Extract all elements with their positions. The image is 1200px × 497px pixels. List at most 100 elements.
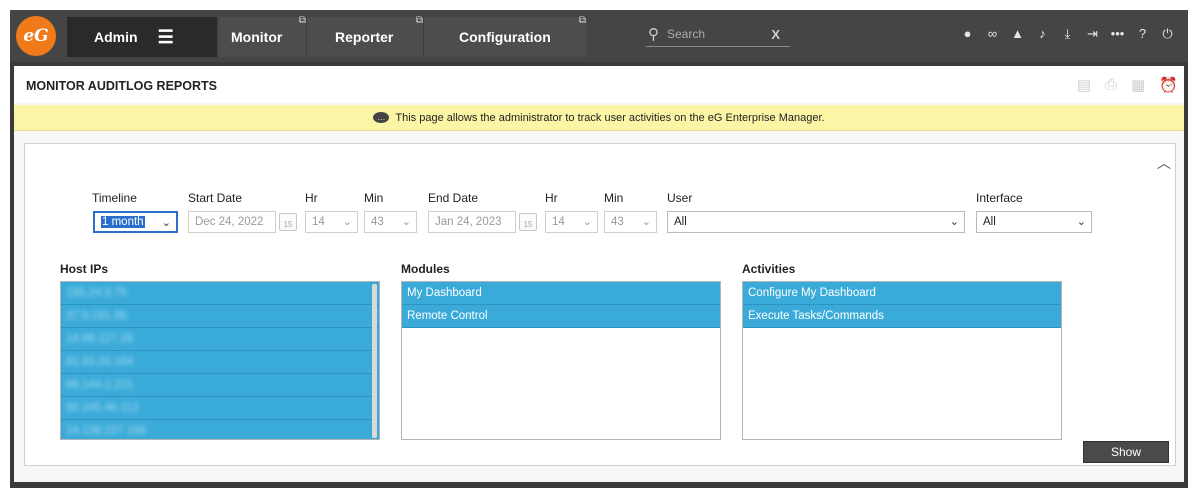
info-banner: … This page allows the administrator to … xyxy=(14,105,1184,131)
interface-select[interactable]: All ⌄ xyxy=(976,211,1092,233)
user-value: All xyxy=(674,216,687,228)
external-link-icon: ⧉ xyxy=(578,15,586,26)
activities-label: Activities xyxy=(742,262,796,276)
clear-search-icon[interactable]: X xyxy=(771,27,780,42)
list-item[interactable]: Remote Control xyxy=(402,305,720,328)
timeline-select[interactable]: 1 month ⌄ xyxy=(93,211,178,233)
download-icon[interactable]: ⤓ xyxy=(1055,26,1080,42)
end-date-value: Jan 24, 2023 xyxy=(435,216,502,228)
hamburger-menu-icon[interactable]: ☰ xyxy=(158,27,174,48)
eg-logo[interactable]: eG xyxy=(16,16,56,56)
chevron-down-icon: ⌄ xyxy=(1076,216,1086,228)
start-hr-value: 14 xyxy=(312,216,325,228)
nav-configuration-label: Configuration xyxy=(459,29,551,45)
modules-list[interactable]: My Dashboard Remote Control xyxy=(401,281,721,440)
list-item[interactable]: 24.138.227.189 xyxy=(61,420,379,439)
host-ip: 14.99.127.26 xyxy=(66,333,134,345)
user-select[interactable]: All ⌄ xyxy=(667,211,965,233)
list-item[interactable]: Execute Tasks/Commands xyxy=(743,305,1061,328)
timeline-value: 1 month xyxy=(101,216,145,228)
start-date-label: Start Date xyxy=(188,191,243,205)
user-label: User xyxy=(667,191,693,205)
host-ips-list[interactable]: 185.24.9.76 37.9.181.56 14.99.127.26 81.… xyxy=(60,281,380,440)
list-item[interactable]: 81.93.20.164 xyxy=(61,351,379,374)
calendar-icon[interactable]: 15 xyxy=(279,213,297,231)
list-item[interactable]: Configure My Dashboard xyxy=(743,282,1061,305)
chevron-down-icon: ⌄ xyxy=(949,216,959,228)
end-min-select[interactable]: 43 ⌄ xyxy=(604,211,657,233)
nav-monitor[interactable]: Monitor ⧉ xyxy=(219,15,306,57)
alert-icon[interactable]: ▲ xyxy=(1005,26,1030,42)
calendar-day: 15 xyxy=(523,220,533,229)
info-text: This page allows the administrator to tr… xyxy=(395,111,825,124)
pdf-icon[interactable]: ▤ xyxy=(1077,76,1091,94)
host-ip: 60.245.46.112 xyxy=(66,402,139,414)
page-actions: ▤ ⎙ ▦ ⏰ xyxy=(1077,76,1178,94)
main-content: MONITOR AUDITLOG REPORTS ▤ ⎙ ▦ ⏰ … This … xyxy=(14,66,1184,482)
host-ip: 24.138.227.189 xyxy=(66,425,146,437)
help-icon[interactable]: ? xyxy=(1130,26,1155,42)
nav-reporter-label: Reporter xyxy=(335,29,394,45)
list-item[interactable]: 37.9.181.56 xyxy=(61,305,379,328)
list-item[interactable]: My Dashboard xyxy=(402,282,720,305)
nav-reporter[interactable]: Reporter ⧉ xyxy=(306,15,423,57)
scrollbar[interactable] xyxy=(372,284,377,438)
host-ip: 86.144.2.221 xyxy=(66,379,134,391)
chevron-up-icon[interactable]: ︿ xyxy=(1157,153,1171,173)
end-hr-label: Hr xyxy=(545,191,558,205)
modules-label: Modules xyxy=(401,262,450,276)
print-icon[interactable]: ⎙ xyxy=(1105,76,1117,94)
start-min-select[interactable]: 43 ⌄ xyxy=(364,211,417,233)
external-link-icon: ⧉ xyxy=(298,15,306,26)
host-ip: 37.9.181.56 xyxy=(66,310,127,322)
excel-icon[interactable]: ▦ xyxy=(1131,76,1145,94)
chevron-down-icon: ⌄ xyxy=(401,216,411,228)
calendar-day: 15 xyxy=(283,220,293,229)
external-link-icon: ⧉ xyxy=(415,15,423,26)
chevron-down-icon: ⌄ xyxy=(342,216,352,228)
host-ips-label: Host IPs xyxy=(60,262,109,276)
link-icon[interactable]: ∞ xyxy=(980,26,1005,42)
start-date-field[interactable]: Dec 24, 2022 xyxy=(188,211,276,233)
search-icon: ⚲ xyxy=(648,26,659,43)
nav-admin[interactable]: Admin ☰ xyxy=(67,17,217,57)
chevron-down-icon: ⌄ xyxy=(641,216,651,228)
start-min-value: 43 xyxy=(371,216,384,228)
end-date-label: End Date xyxy=(428,191,479,205)
list-item[interactable]: 86.144.2.221 xyxy=(61,374,379,397)
chevron-down-icon: ⌄ xyxy=(582,216,592,228)
bell-icon[interactable]: ♪ xyxy=(1030,26,1055,42)
end-hr-value: 14 xyxy=(552,216,565,228)
list-item[interactable]: 185.24.9.76 xyxy=(61,282,379,305)
end-date-field[interactable]: Jan 24, 2023 xyxy=(428,211,516,233)
user-icon[interactable]: ● xyxy=(955,26,980,42)
filter-panel: ︿ Timeline 1 month ⌄ Start Date Dec 24, … xyxy=(24,143,1176,466)
end-hr-select[interactable]: 14 ⌄ xyxy=(545,211,598,233)
page-title: MONITOR AUDITLOG REPORTS xyxy=(26,79,217,93)
end-min-value: 43 xyxy=(611,216,624,228)
sign-in-icon[interactable]: ⇥ xyxy=(1080,26,1105,42)
top-navigation-bar: eG Admin ☰ Monitor ⧉ Reporter ⧉ Configur… xyxy=(10,10,1188,62)
chevron-down-icon: ⌄ xyxy=(161,217,171,229)
start-date-value: Dec 24, 2022 xyxy=(195,216,264,228)
power-icon[interactable]: ⏻ xyxy=(1155,26,1180,42)
list-item[interactable]: 60.245.46.112 xyxy=(61,397,379,420)
show-button[interactable]: Show xyxy=(1083,441,1169,463)
host-ip: 81.93.20.164 xyxy=(66,356,134,368)
interface-label: Interface xyxy=(976,191,1023,205)
search-box[interactable]: ⚲ Search X xyxy=(646,22,790,47)
search-input[interactable]: Search xyxy=(667,27,705,41)
interface-value: All xyxy=(983,216,996,228)
more-icon[interactable]: ••• xyxy=(1105,26,1130,42)
calendar-icon[interactable]: 15 xyxy=(519,213,537,231)
activities-list[interactable]: Configure My Dashboard Execute Tasks/Com… xyxy=(742,281,1062,440)
schedule-icon[interactable]: ⏰ xyxy=(1159,76,1178,94)
comment-icon: … xyxy=(373,112,390,123)
page-header: MONITOR AUDITLOG REPORTS ▤ ⎙ ▦ ⏰ xyxy=(14,66,1184,103)
start-hr-label: Hr xyxy=(305,191,318,205)
nav-monitor-label: Monitor xyxy=(231,29,283,45)
nav-configuration[interactable]: Configuration ⧉ xyxy=(423,15,586,57)
list-item[interactable]: 14.99.127.26 xyxy=(61,328,379,351)
timeline-label: Timeline xyxy=(92,191,137,205)
start-hr-select[interactable]: 14 ⌄ xyxy=(305,211,358,233)
